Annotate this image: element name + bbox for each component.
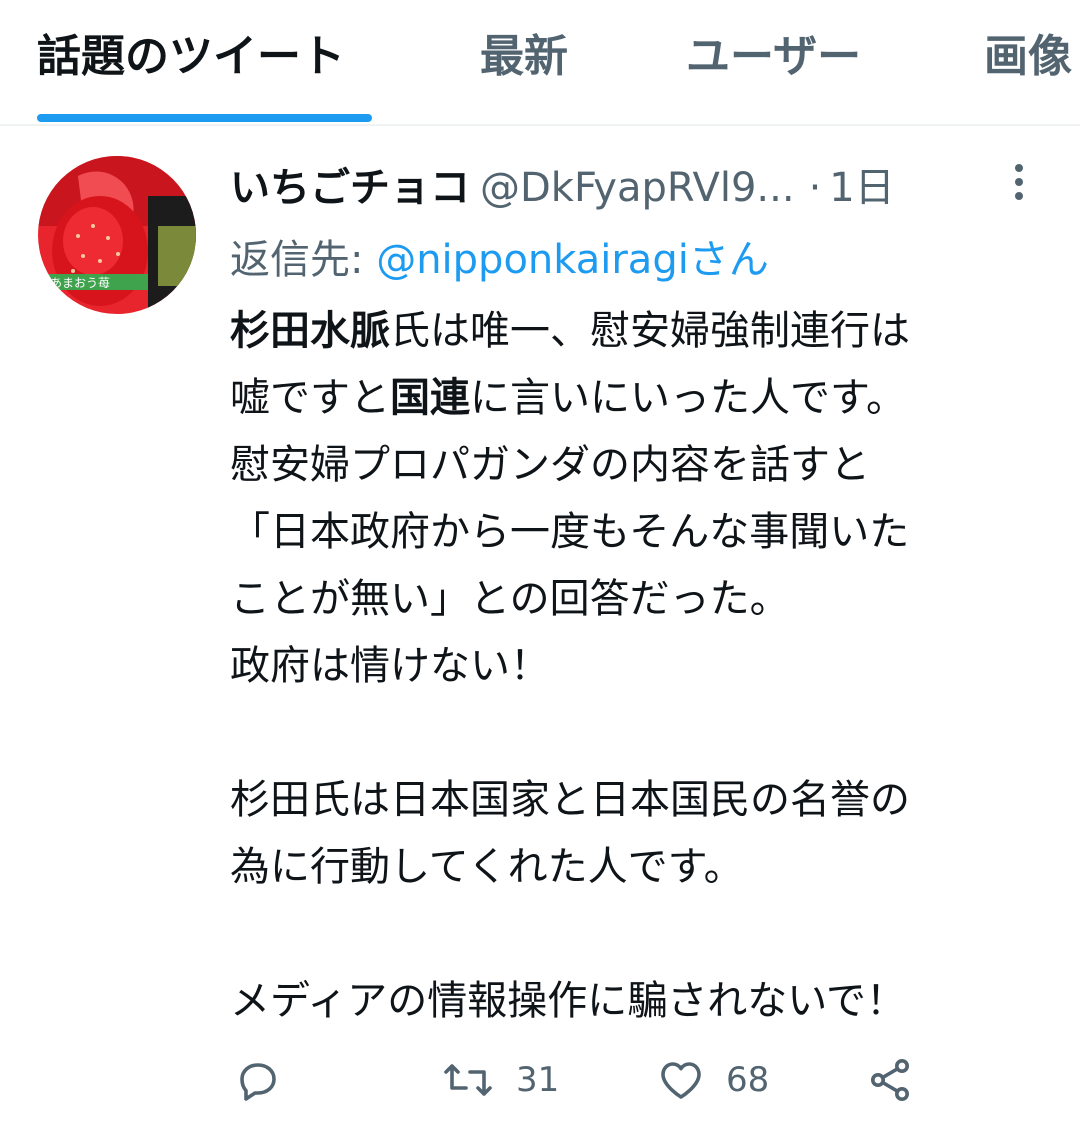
- tweet-line: メディアの情報操作に騙されないで！: [230, 978, 906, 1024]
- reply-handle-link[interactable]: @nipponkairagi: [376, 237, 689, 283]
- retweet-icon: [444, 1064, 492, 1096]
- tweet-line: 嘘ですと国連に言いにいった人です。: [230, 375, 906, 421]
- tweet-line: 杉田氏は日本国家と日本国民の名誉の: [230, 777, 910, 823]
- tab-latest[interactable]: 最新: [480, 24, 568, 90]
- retweet-button[interactable]: 31: [440, 1048, 559, 1112]
- separator-dot: ·: [808, 165, 822, 211]
- reply-button[interactable]: [234, 1048, 302, 1112]
- user-handle[interactable]: @DkFyapRVl9...: [480, 165, 795, 211]
- timestamp[interactable]: 1日: [829, 165, 894, 211]
- reply-prefix: 返信先:: [230, 237, 377, 283]
- tab-images[interactable]: 画像: [984, 24, 1072, 90]
- tweet-line: 「日本政府から一度もそんな事聞いた: [230, 509, 910, 555]
- tweet-line: ことが無い」との回答だった。: [230, 576, 790, 622]
- tweet-header: いちごチョコ @DkFyapRVl9... · 1日: [230, 158, 895, 218]
- tweet-line: 為に行動してくれた人です。: [230, 844, 744, 890]
- display-name[interactable]: いちごチョコ: [230, 165, 470, 211]
- line-break: [230, 901, 1050, 968]
- like-count: 68: [726, 1060, 770, 1100]
- reply-context: 返信先: @nipponkairagiさん: [230, 230, 769, 290]
- reply-suffix: さん: [688, 237, 769, 283]
- heart-icon: [661, 1062, 701, 1099]
- active-tab-indicator: [37, 114, 372, 122]
- tweet-text: 杉田水脈氏は唯一、慰安婦強制連行は 嘘ですと国連に言いにいった人です。 慰安婦プ…: [230, 298, 1050, 1035]
- avatar[interactable]: あまおう苺: [38, 156, 196, 314]
- tab-users[interactable]: ユーザー: [686, 24, 861, 90]
- tweet-actions: 31 68: [0, 1048, 1080, 1112]
- share-icon: [871, 1059, 909, 1101]
- share-button[interactable]: [866, 1048, 914, 1112]
- tab-top[interactable]: 話題のツイート: [37, 24, 345, 90]
- retweet-count: 31: [516, 1060, 560, 1100]
- reply-icon: [240, 1063, 276, 1101]
- more-vertical-icon[interactable]: [1004, 160, 1034, 204]
- tweet-line: 慰安婦プロパガンダの内容を話すと: [230, 442, 870, 488]
- tweet-line: 政府は情けない！: [230, 643, 550, 689]
- search-tabs: 話題のツイート 最新 ユーザー 画像: [0, 0, 1080, 126]
- avatar-label: あまおう苺: [50, 276, 110, 290]
- tweet-line: 杉田水脈氏は唯一、慰安婦強制連行は: [230, 308, 910, 354]
- avatar-image: あまおう苺: [38, 156, 196, 314]
- line-break: [230, 700, 1050, 767]
- like-button[interactable]: 68: [656, 1048, 769, 1112]
